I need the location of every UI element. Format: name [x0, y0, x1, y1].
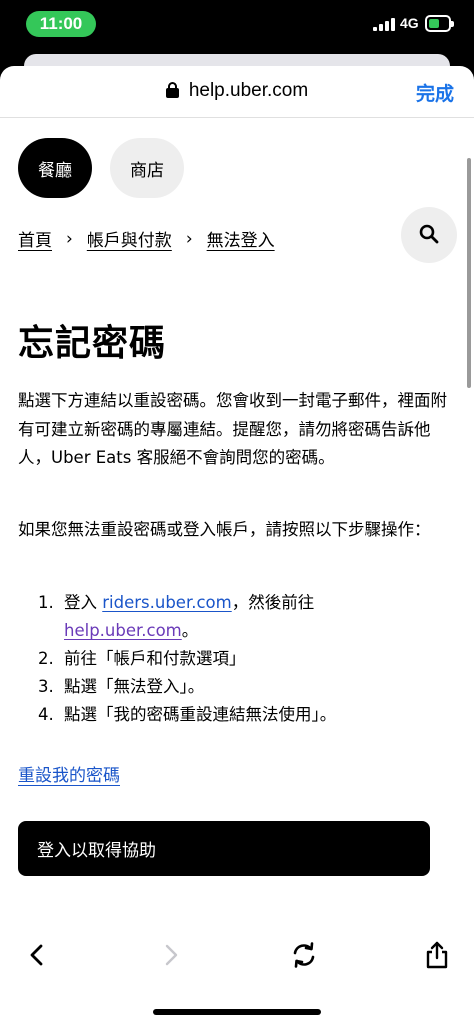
chevron-right-icon[interactable]	[156, 940, 186, 970]
refresh-icon[interactable]	[289, 940, 319, 970]
status-bar: 11:00 4G	[0, 0, 474, 48]
step-text: 點選「我的密碼重設連結無法使用」。	[64, 705, 337, 724]
page-title: 忘記密碼	[18, 323, 167, 364]
steps-list: 1. 登入 riders.uber.com，然後前往 help.uber.com。…	[38, 589, 458, 729]
step-number: 2.	[38, 649, 54, 668]
breadcrumb-home[interactable]: 首頁	[18, 226, 52, 251]
lock-icon	[165, 82, 179, 98]
step-number: 1.	[38, 593, 54, 612]
url-display[interactable]: help.uber.com	[0, 80, 474, 102]
status-time: 11:00	[26, 11, 96, 37]
address-bar: help.uber.com 完成	[0, 66, 474, 118]
breadcrumb-separator: ›	[185, 228, 193, 249]
list-item: 4. 點選「我的密碼重設連結無法使用」。	[38, 701, 458, 729]
url-text: help.uber.com	[188, 80, 309, 101]
step-number: 3.	[38, 677, 54, 696]
segment-store[interactable]: 商店	[110, 138, 184, 198]
list-item: 3. 點選「無法登入」。	[38, 673, 458, 701]
cellular-signal-icon	[373, 17, 395, 31]
breadcrumb-cannot-login[interactable]: 無法登入	[207, 226, 275, 251]
done-button[interactable]: 完成	[416, 79, 454, 106]
step-text: 前往「帳戶和付款選項」	[64, 649, 246, 668]
list-item: 2. 前往「帳戶和付款選項」	[38, 645, 458, 673]
step-text: 點選「無法登入」。	[64, 677, 205, 696]
login-for-help-button[interactable]: 登入以取得協助	[18, 821, 430, 876]
breadcrumb-separator: ›	[66, 228, 73, 249]
battery-icon	[425, 15, 454, 32]
network-type: 4G	[400, 15, 419, 31]
home-indicator[interactable]	[153, 1009, 321, 1015]
step-number: 4.	[38, 705, 54, 724]
browser-toolbar	[0, 930, 474, 980]
scrollbar[interactable]	[467, 158, 471, 388]
search-icon	[419, 224, 439, 244]
share-icon[interactable]	[422, 940, 452, 970]
step-text: 登入	[64, 593, 103, 612]
intro-paragraph: 點選下方連結以重設密碼。您會收到一封電子郵件，裡面附有可建立新密碼的專屬連結。提…	[18, 391, 447, 467]
instructions-paragraph: 如果您無法重設密碼或登入帳戶，請按照以下步驟操作：	[18, 520, 431, 539]
breadcrumb: 首頁 › 帳戶與付款 › 無法登入	[18, 226, 275, 252]
step-text: ，然後前往	[231, 593, 315, 612]
riders-link[interactable]: riders.uber.com	[102, 593, 231, 612]
segment-restaurant[interactable]: 餐廳	[18, 138, 92, 198]
help-link[interactable]: help.uber.com	[64, 621, 182, 640]
search-button[interactable]	[401, 207, 457, 263]
chevron-left-icon[interactable]	[22, 940, 52, 970]
step-text: 。	[181, 621, 199, 640]
list-item: 1. 登入 riders.uber.com，然後前往 help.uber.com。	[38, 589, 458, 645]
reset-password-link[interactable]: 重設我的密碼	[18, 761, 120, 786]
breadcrumb-account-payment[interactable]: 帳戶與付款	[87, 226, 172, 251]
browser-sheet: help.uber.com 完成 餐廳 商店 首頁 › 帳戶與付款 › 無法登入…	[0, 66, 474, 1025]
